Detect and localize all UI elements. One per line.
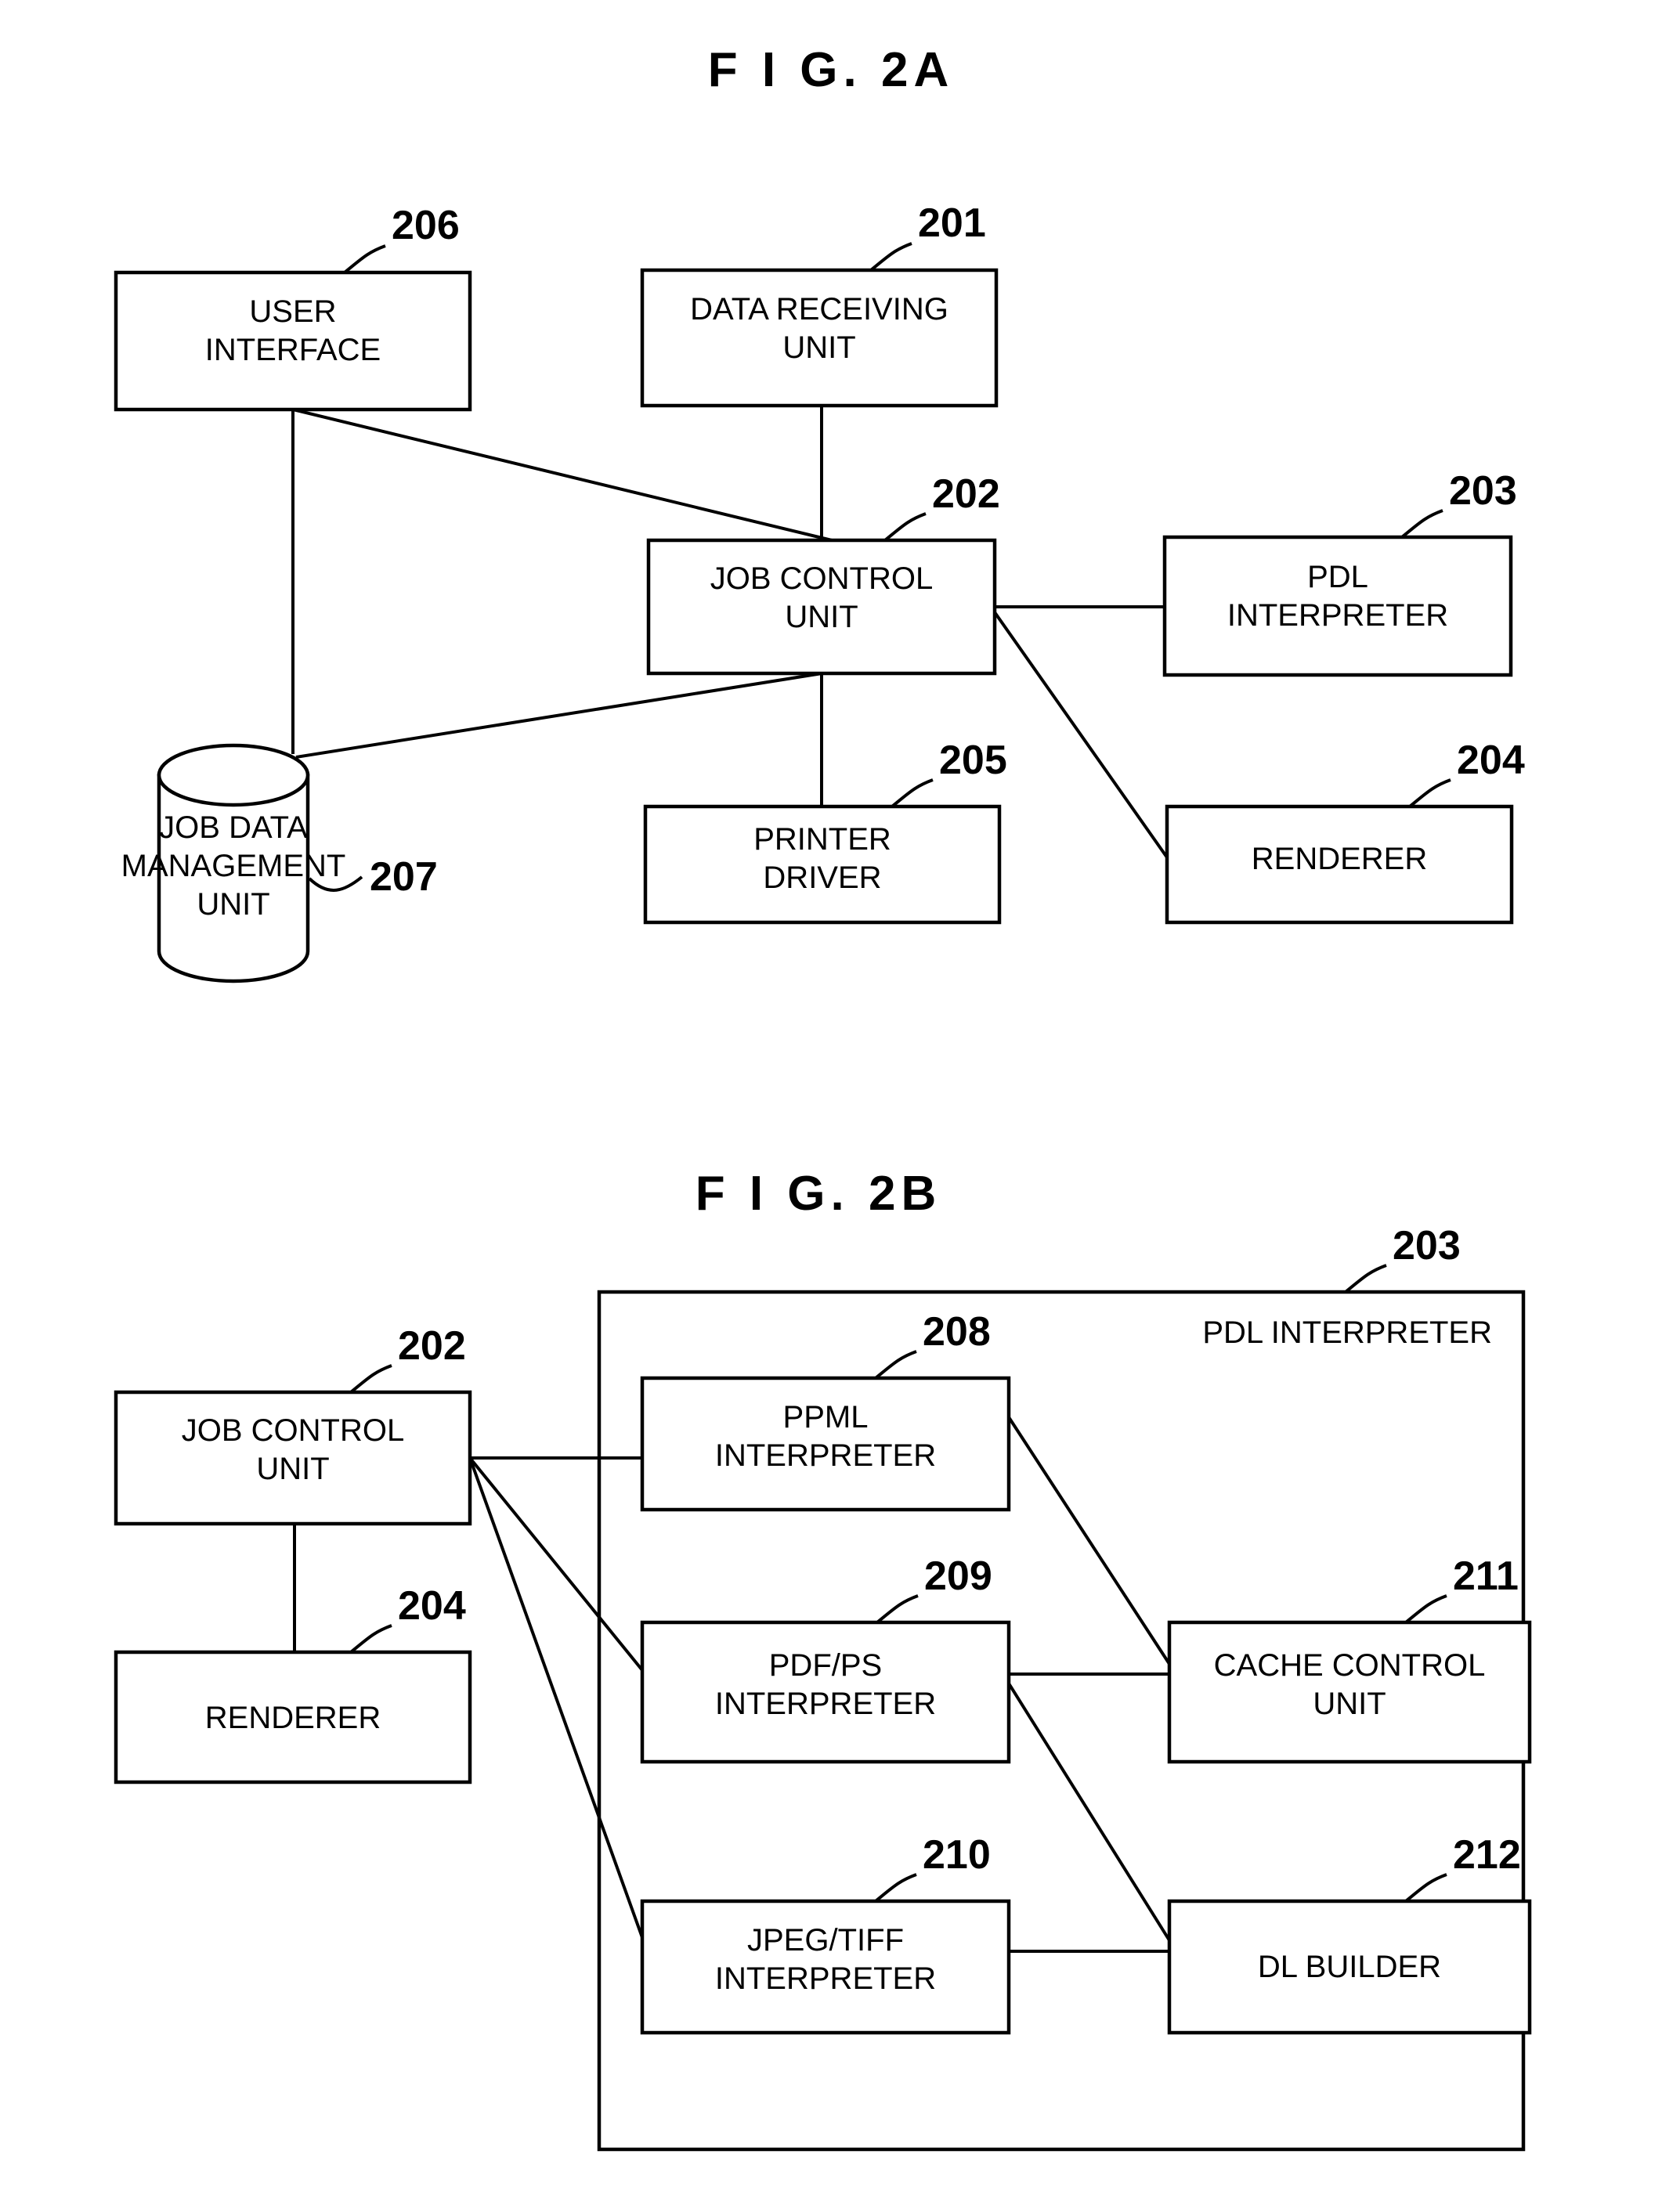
reference-numeral-202: 202 <box>932 471 1000 517</box>
block-printer-driver[interactable]: PRINTER DRIVER 205 <box>643 738 1007 925</box>
figure-2a: F I G. 2A USER INTERFACE 206 DATA RECEIV… <box>114 43 1525 983</box>
connector-jobcontrol-to-renderer <box>993 611 1169 859</box>
leader-line-2b-204 <box>349 1624 392 1654</box>
leader-line-202 <box>883 512 927 542</box>
figure-2b-title: F I G. 2B <box>696 1167 941 1221</box>
leader-line-205 <box>891 778 934 808</box>
printer-driver-label-line2: DRIVER <box>763 861 881 895</box>
leader-line-208 <box>874 1350 917 1380</box>
pdfps-interpreter-label-line1: PDF/PS <box>769 1648 882 1683</box>
reference-numeral-210: 210 <box>923 1832 991 1878</box>
connector-ppml-to-cachecontrol <box>1007 1416 1171 1665</box>
reference-numeral-209: 209 <box>924 1553 992 1599</box>
block-renderer[interactable]: RENDERER 204 <box>1165 738 1525 925</box>
pdfps-interpreter-label-line2: INTERPRETER <box>715 1687 936 1721</box>
block-data-receiving-unit[interactable]: DATA RECEIVING UNIT 201 <box>640 200 999 408</box>
block-pdfps-interpreter[interactable]: PDF/PS INTERPRETER 209 <box>640 1553 1011 1764</box>
block-job-control-unit[interactable]: JOB CONTROL UNIT 202 <box>646 471 1000 676</box>
leader-line-211 <box>1404 1594 1447 1624</box>
leader-line-2b-202 <box>349 1364 392 1394</box>
cache-control-unit-label-line1: CACHE CONTROL <box>1214 1648 1486 1683</box>
ppml-interpreter-label-line1: PPML <box>783 1400 869 1434</box>
leader-line-206 <box>343 244 386 274</box>
printer-driver-label-line1: PRINTER <box>753 822 891 857</box>
figure-2a-title: F I G. 2A <box>708 43 954 97</box>
leader-line-203 <box>1400 509 1443 539</box>
reference-numeral-208: 208 <box>923 1309 991 1355</box>
job-data-management-unit-label-line1: JOB DATA <box>159 810 308 845</box>
data-receiving-unit-label-line2: UNIT <box>782 330 855 365</box>
patent-drawing-sheet: F I G. 2A USER INTERFACE 206 DATA RECEIV… <box>114 43 1532 2152</box>
job-control-unit-label-line2: UNIT <box>785 600 858 634</box>
leader-line-209 <box>876 1594 919 1624</box>
data-receiving-unit-label-line1: DATA RECEIVING <box>690 292 948 327</box>
pdl-interpreter-label-line1: PDL <box>1307 560 1368 594</box>
leader-line-212 <box>1404 1873 1447 1903</box>
reference-numeral-206: 206 <box>392 203 460 248</box>
block-job-control-unit-2b[interactable]: JOB CONTROL UNIT 202 <box>114 1323 472 1526</box>
block-pdl-interpreter[interactable]: PDL INTERPRETER 203 <box>1162 468 1517 677</box>
block-cache-control-unit[interactable]: CACHE CONTROL UNIT 211 <box>1167 1553 1532 1764</box>
block-dl-builder[interactable]: DL BUILDER 212 <box>1167 1832 1532 2035</box>
reference-numeral-204: 204 <box>1457 738 1525 783</box>
leader-line-201 <box>869 242 912 272</box>
job-data-management-unit-label-line2: MANAGEMENT <box>121 849 346 883</box>
job-control-unit-2b-label-line1: JOB CONTROL <box>182 1413 404 1448</box>
user-interface-label-line1: USER <box>249 294 336 329</box>
cache-control-unit-label-line2: UNIT <box>1313 1687 1386 1721</box>
job-control-unit-label-line1: JOB CONTROL <box>710 561 933 596</box>
reference-numeral-205: 205 <box>939 738 1007 783</box>
leader-line-210 <box>874 1873 917 1903</box>
reference-numeral-211: 211 <box>1453 1553 1519 1599</box>
leader-line-204 <box>1408 778 1451 808</box>
connector-jobcontrol-to-pdfps <box>468 1456 644 1672</box>
leader-line-2b-203 <box>1344 1264 1387 1294</box>
pdl-interpreter-label-line2: INTERPRETER <box>1227 598 1448 633</box>
figure-2b: F I G. 2B PDL INTERPRETER 203 JOB CONTRO… <box>114 1167 1532 2152</box>
jpegtiff-interpreter-label-line1: JPEG/TIFF <box>747 1923 904 1958</box>
reference-numeral-2b-202: 202 <box>398 1323 466 1369</box>
block-jpegtiff-interpreter[interactable]: JPEG/TIFF INTERPRETER 210 <box>640 1832 1011 2035</box>
reference-numeral-2b-204: 204 <box>398 1583 466 1629</box>
reference-numeral-2b-203: 203 <box>1393 1223 1461 1268</box>
reference-numeral-201: 201 <box>918 200 986 246</box>
reference-numeral-203: 203 <box>1449 468 1517 514</box>
job-data-management-unit-cylinder-top <box>157 743 310 807</box>
block-ppml-interpreter[interactable]: PPML INTERPRETER 208 <box>640 1309 1011 1512</box>
dl-builder-label-line1: DL BUILDER <box>1258 1950 1441 1984</box>
connector-ui-to-jobcontrol <box>292 408 833 542</box>
job-data-management-unit-label-line3: UNIT <box>197 887 269 922</box>
block-user-interface[interactable]: USER INTERFACE 206 <box>114 203 472 412</box>
jpegtiff-interpreter-label-line2: INTERPRETER <box>715 1961 936 1996</box>
ppml-interpreter-label-line2: INTERPRETER <box>715 1438 936 1473</box>
pdl-interpreter-container-label: PDL INTERPRETER <box>1202 1315 1492 1350</box>
reference-numeral-212: 212 <box>1453 1832 1521 1878</box>
connector-jobcontrol-to-jpegtiff <box>468 1457 645 1943</box>
reference-numeral-207: 207 <box>370 854 438 900</box>
connector-pdfps-to-dlbuilder <box>1007 1682 1171 1942</box>
user-interface-label-line2: INTERFACE <box>205 333 381 367</box>
renderer-label-line1: RENDERER <box>1252 842 1427 876</box>
renderer-2b-label-line1: RENDERER <box>205 1701 381 1735</box>
connector-jobcontrol-to-jobdata <box>295 670 833 759</box>
job-control-unit-2b-label-line2: UNIT <box>256 1452 329 1486</box>
block-job-data-management-unit[interactable]: JOB DATA MANAGEMENT UNIT 207 <box>121 743 438 983</box>
